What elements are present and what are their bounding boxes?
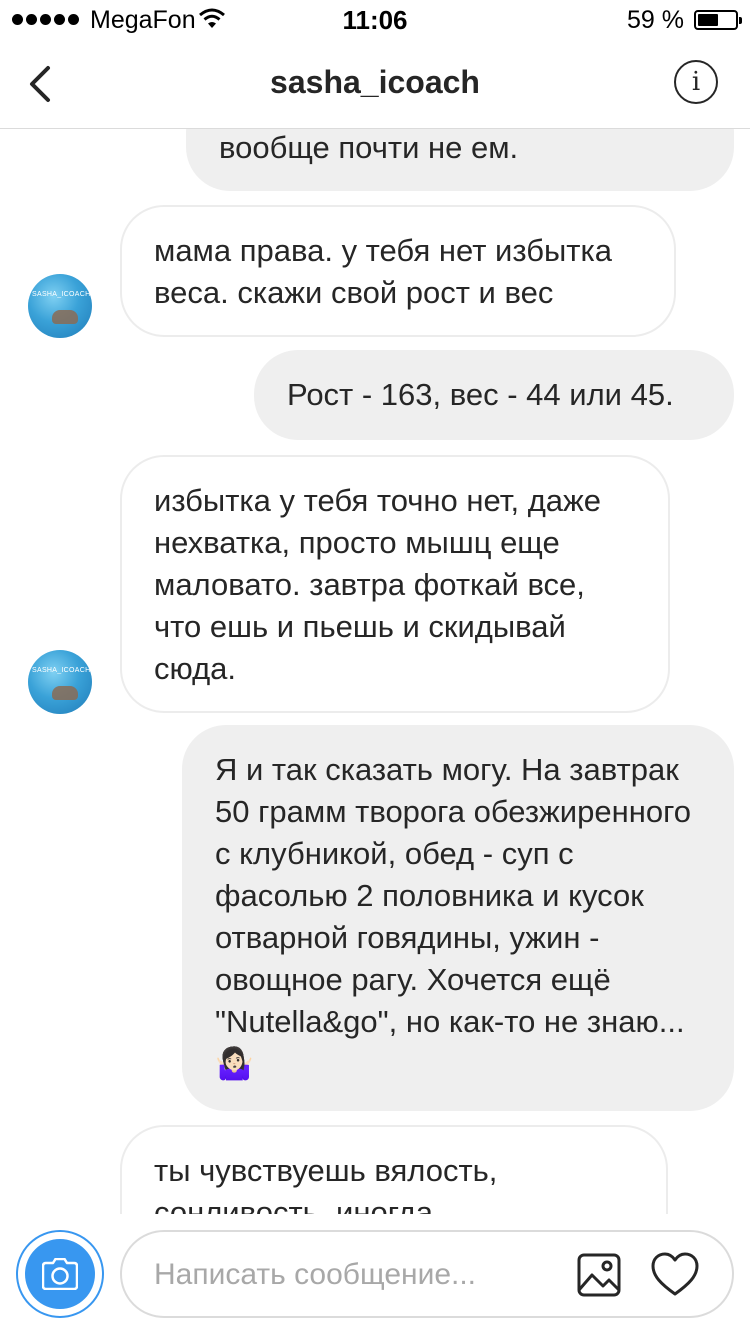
- camera-icon: [42, 1258, 78, 1290]
- message-input[interactable]: [152, 1252, 556, 1298]
- message-text: ты чувствуешь вялость, сонливость, иногд…: [154, 1153, 498, 1214]
- conversation-title[interactable]: sasha_icoach: [0, 64, 750, 101]
- outgoing-message[interactable]: Я и так сказать могу. На завтрак 50 грам…: [182, 725, 734, 1111]
- avatar-text: SASHA_ICOACH: [32, 667, 91, 674]
- message-composer: [0, 1214, 750, 1334]
- heart-icon[interactable]: [650, 1250, 700, 1300]
- incoming-message[interactable]: избытка у тебя точно нет, даже нехватка,…: [120, 455, 670, 713]
- message-text: вообще почти не ем.: [219, 130, 519, 165]
- avatar[interactable]: SASHA_ICOACH: [28, 274, 92, 338]
- message-text: Я и так сказать могу. На завтрак 50 грам…: [215, 752, 691, 1081]
- message-text: избытка у тебя точно нет, даже нехватка,…: [154, 483, 602, 686]
- image-icon[interactable]: [576, 1252, 622, 1298]
- message-input-container[interactable]: [120, 1230, 734, 1318]
- message-text: мама права. у тебя нет избытка веса. ска…: [154, 233, 612, 310]
- outgoing-message[interactable]: вообще почти не ем.: [186, 129, 734, 191]
- conversation-header: sasha_icoach i: [0, 40, 750, 129]
- avatar-text: SASHA_ICOACH: [32, 291, 91, 298]
- camera-button[interactable]: [16, 1230, 104, 1318]
- status-bar: MegaFon 11:06 59 %: [0, 0, 750, 40]
- battery-percent: 59 %: [627, 6, 684, 34]
- incoming-message[interactable]: мама права. у тебя нет избытка веса. ска…: [120, 205, 676, 337]
- info-icon[interactable]: i: [674, 60, 718, 104]
- avatar[interactable]: SASHA_ICOACH: [28, 650, 92, 714]
- message-list[interactable]: вообще почти не ем. мама права. у тебя н…: [0, 129, 750, 1214]
- outgoing-message[interactable]: Рост - 163, вес - 44 или 45.: [254, 350, 734, 440]
- camera-icon-wrap[interactable]: [25, 1239, 95, 1309]
- incoming-message[interactable]: ты чувствуешь вялость, сонливость, иногд…: [120, 1125, 668, 1214]
- message-text: Рост - 163, вес - 44 или 45.: [287, 377, 674, 412]
- battery-icon: [694, 10, 742, 30]
